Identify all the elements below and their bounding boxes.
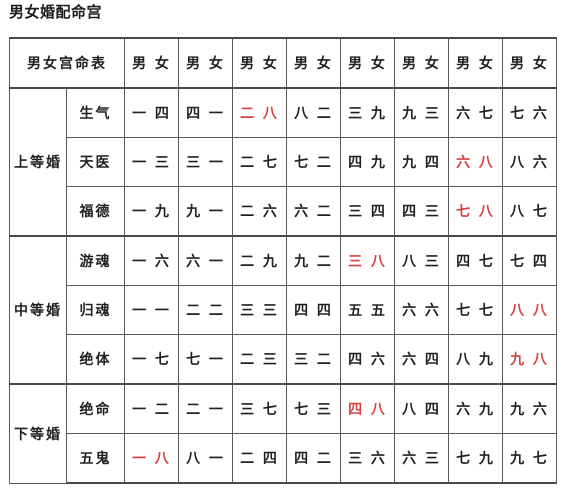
marriage-grade-label-2: 中等婚 <box>9 235 67 385</box>
pair-cell: 二 六 <box>232 186 287 237</box>
marriage-grade-label-1: 上等婚 <box>9 87 67 237</box>
pair-cell: 一 七 <box>124 334 179 385</box>
column-header-gender-pair-7: 男 女 <box>448 37 503 89</box>
table-row: 绝体一 七七 一二 三三 二四 六六 四八 九九 八 <box>10 334 557 385</box>
column-header-gender-pair-6: 男 女 <box>394 37 449 89</box>
column-header-gender-pair-1: 男 女 <box>124 37 179 89</box>
pair-cell: 四 八 <box>340 383 395 434</box>
pair-cell: 六 三 <box>394 433 449 484</box>
table-row: 福德一 九九 一二 六六 二三 四四 三七 八八 七 <box>10 186 557 237</box>
pair-cell: 八 九 <box>448 334 503 385</box>
palace-name-cell: 生气 <box>66 87 125 138</box>
pair-cell: 五 五 <box>340 285 395 335</box>
pair-cell: 九 六 <box>502 383 557 434</box>
pair-cell: 八 六 <box>502 137 557 187</box>
pair-cell: 四 二 <box>286 433 341 484</box>
table-corner-label: 男女宫命表 <box>9 37 125 89</box>
pair-cell: 三 三 <box>232 285 287 335</box>
pair-cell: 一 三 <box>124 137 179 187</box>
pair-cell: 六 四 <box>394 334 449 385</box>
pair-cell: 四 一 <box>178 87 233 138</box>
pair-cell: 六 二 <box>286 186 341 237</box>
pair-cell: 二 七 <box>232 137 287 187</box>
pair-cell: 八 四 <box>394 383 449 434</box>
column-header-gender-pair-8: 男 女 <box>502 37 557 89</box>
palace-name-cell: 五鬼 <box>66 433 125 484</box>
pair-cell: 九 四 <box>394 137 449 187</box>
column-header-gender-pair-5: 男 女 <box>340 37 395 89</box>
pair-cell: 一 二 <box>124 383 179 434</box>
pair-cell: 七 六 <box>502 87 557 138</box>
table-row: 中等婚 游魂一 六六 一二 九九 二三 八八 三四 七七 四 <box>9 235 557 385</box>
pair-cell: 三 八 <box>340 235 395 286</box>
palace-name-cell: 归魂 <box>66 285 125 335</box>
pair-cell: 七 四 <box>502 235 557 286</box>
table-row: 归魂一 一二 二三 三四 四五 五六 六七 七八 八 <box>10 285 557 335</box>
pair-cell: 二 三 <box>232 334 287 385</box>
pair-cell: 九 二 <box>286 235 341 286</box>
page-title: 男女婚配命宫 <box>9 3 103 21</box>
pair-cell: 九 三 <box>394 87 449 138</box>
column-header-gender-pair-3: 男 女 <box>232 37 287 89</box>
pair-cell: 四 七 <box>448 235 503 286</box>
pair-cell: 七 二 <box>286 137 341 187</box>
pair-cell: 三 七 <box>232 383 287 434</box>
pair-cell: 九 一 <box>178 186 233 237</box>
pair-cell: 七 九 <box>448 433 503 484</box>
column-header-gender-pair-2: 男 女 <box>178 37 233 89</box>
pair-cell: 二 九 <box>232 235 287 286</box>
table-row: 五鬼一 八八 一二 四四 二三 六六 三七 九九 七 <box>10 433 557 484</box>
pair-cell: 六 九 <box>448 383 503 434</box>
pair-cell: 四 六 <box>340 334 395 385</box>
pair-cell: 八 八 <box>502 285 557 335</box>
pair-cell: 八 一 <box>178 433 233 484</box>
page-root: 男女婚配命宫 男女宫命表男 女男 女男 女男 女男 女男 女男 女男 女上等婚生… <box>0 0 563 500</box>
pair-cell: 七 七 <box>448 285 503 335</box>
pair-cell: 二 八 <box>232 87 287 138</box>
pair-cell: 七 八 <box>448 186 503 237</box>
pair-cell: 六 七 <box>448 87 503 138</box>
palace-name-cell: 游魂 <box>66 235 125 286</box>
pair-cell: 四 四 <box>286 285 341 335</box>
table-header-row: 男女宫命表男 女男 女男 女男 女男 女男 女男 女男 女 <box>9 37 557 89</box>
pair-cell: 四 三 <box>394 186 449 237</box>
pair-cell: 一 六 <box>124 235 179 286</box>
pair-cell: 八 三 <box>394 235 449 286</box>
pair-cell: 七 一 <box>178 334 233 385</box>
table-row: 下等婚 绝命一 二二 一三 七七 三四 八八 四六 九九 六 <box>9 383 557 484</box>
pair-cell: 六 一 <box>178 235 233 286</box>
pair-cell: 一 九 <box>124 186 179 237</box>
pair-cell: 二 一 <box>178 383 233 434</box>
pair-cell: 三 一 <box>178 137 233 187</box>
marriage-grade-label-3: 下等婚 <box>9 383 67 484</box>
palace-name-cell: 绝命 <box>66 383 125 434</box>
pair-cell: 六 八 <box>448 137 503 187</box>
pair-cell: 九 七 <box>502 433 557 484</box>
pair-cell: 三 六 <box>340 433 395 484</box>
pair-cell: 六 六 <box>394 285 449 335</box>
palace-name-cell: 天医 <box>66 137 125 187</box>
column-header-gender-pair-4: 男 女 <box>286 37 341 89</box>
pair-cell: 三 二 <box>286 334 341 385</box>
pair-cell: 四 九 <box>340 137 395 187</box>
table-body: 男女宫命表男 女男 女男 女男 女男 女男 女男 女男 女上等婚 生气一 四四 一… <box>9 37 557 484</box>
palace-name-cell: 福德 <box>66 186 125 237</box>
table-row: 天医一 三三 一二 七七 二四 九九 四六 八八 六 <box>10 137 557 187</box>
pair-cell: 九 八 <box>502 334 557 385</box>
pair-cell: 八 二 <box>286 87 341 138</box>
pair-cell: 三 九 <box>340 87 395 138</box>
palace-name-cell: 绝体 <box>66 334 125 385</box>
pair-cell: 八 七 <box>502 186 557 237</box>
pair-cell: 一 四 <box>124 87 179 138</box>
pair-cell: 一 一 <box>124 285 179 335</box>
pair-cell: 二 四 <box>232 433 287 484</box>
table-row: 上等婚 生气一 四四 一二 八八 二三 九九 三六 七七 六 <box>9 87 557 237</box>
marriage-palace-table: 男女宫命表男 女男 女男 女男 女男 女男 女男 女男 女上等婚 生气一 四四 一… <box>9 37 557 484</box>
pair-cell: 二 二 <box>178 285 233 335</box>
pair-cell: 七 三 <box>286 383 341 434</box>
pair-cell: 一 八 <box>124 433 179 484</box>
pair-cell: 三 四 <box>340 186 395 237</box>
marriage-palace-table-wrapper: 男女宫命表男 女男 女男 女男 女男 女男 女男 女男 女上等婚 生气一 四四 一… <box>9 37 557 484</box>
